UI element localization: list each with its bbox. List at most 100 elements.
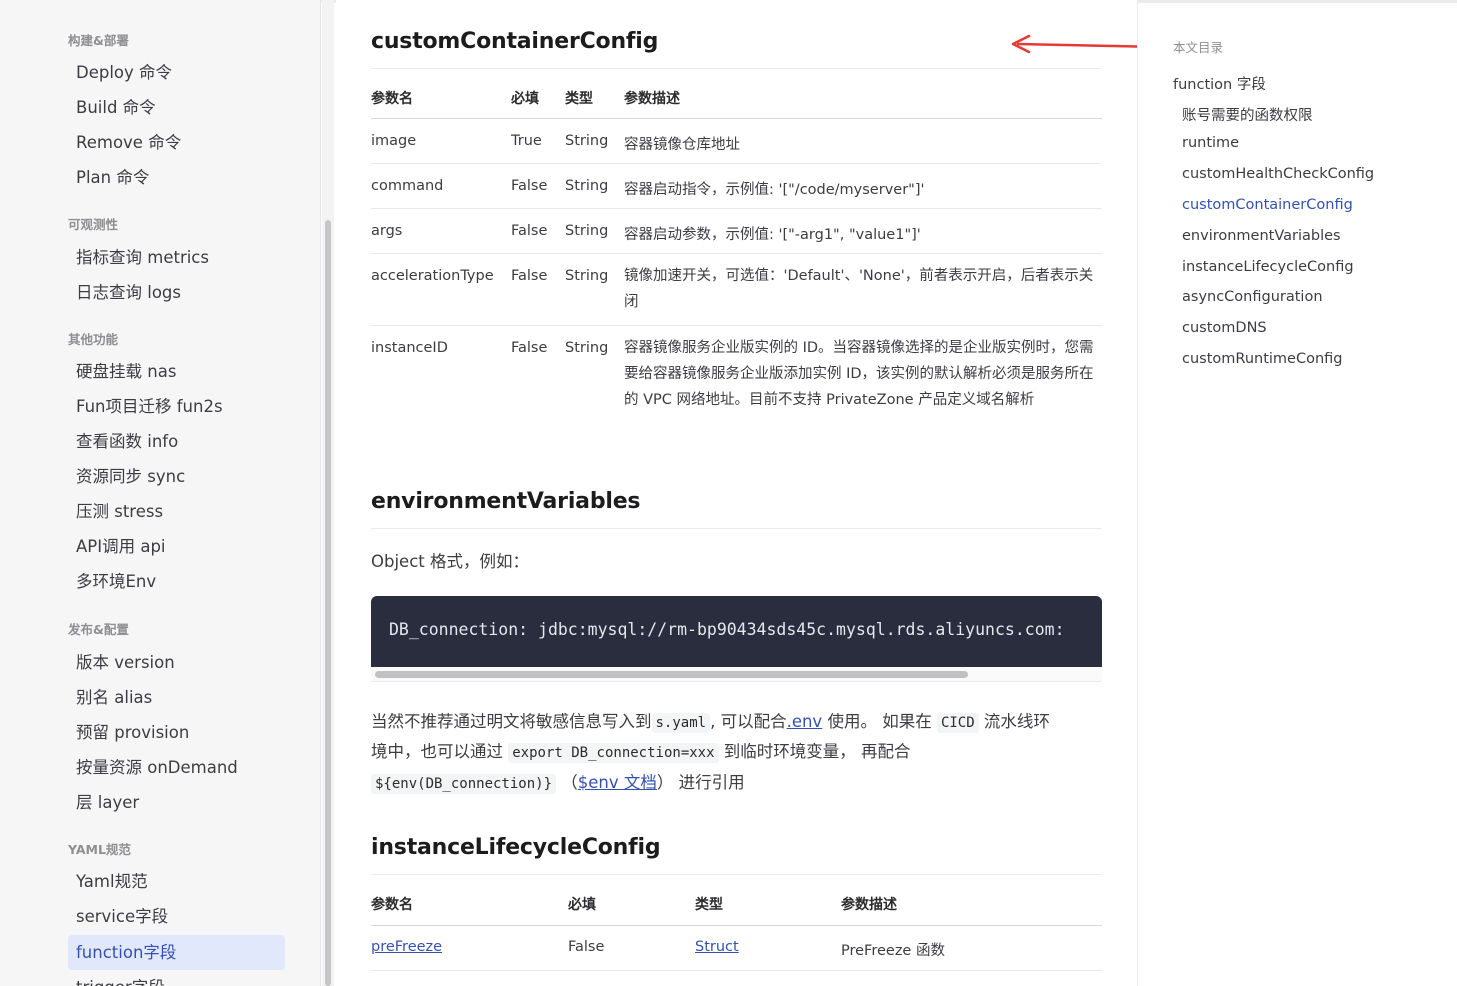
sidebar-item-metrics[interactable]: 指标查询 metrics — [68, 240, 285, 275]
inline-code: ${env(DB_connection)} — [371, 774, 557, 794]
annotation-arrow-icon — [1011, 34, 1137, 54]
table-cell-name: image — [371, 133, 417, 149]
table-row-line — [371, 325, 1102, 326]
toc-item-environmentvariables[interactable]: environmentVariables — [1182, 228, 1341, 244]
table-header: 类型 — [565, 91, 593, 107]
table-cell-required: False — [511, 223, 548, 239]
table-cell-required: True — [511, 133, 542, 149]
toc-item-runtime[interactable]: runtime — [1182, 135, 1239, 151]
toc-divider — [1137, 0, 1138, 986]
sidebar-item-sync[interactable]: 资源同步 sync — [68, 459, 285, 494]
sidebar-item-trigger[interactable]: trigger字段 — [68, 970, 285, 986]
env-note-line3: ${env(DB_connection)} （$env 文档） 进行引用 — [371, 769, 745, 794]
table-cell-desc: PreFreeze 函数 — [841, 943, 945, 959]
table-cell-desc: 容器镜像服务企业版实例的 ID。当容器镜像选择的是企业版实例时，您需要给容器镜像… — [624, 340, 1094, 408]
sidebar-scrollbar-thumb[interactable] — [325, 220, 331, 986]
table-cell-desc: 容器镜像仓库地址 — [624, 137, 740, 153]
section-heading-instancelifecycleconfig[interactable]: instanceLifecycleConfig — [371, 835, 661, 860]
table-header: 参数描述 — [841, 897, 897, 913]
table-cell-desc: 容器启动参数，示例值: '["-arg1", "value1"]' — [624, 227, 921, 243]
table-row-line — [371, 970, 1102, 971]
env-intro-text: Object 格式，例如： — [371, 552, 529, 571]
toc-item-customhealthcheckconfig[interactable]: customHealthCheckConfig — [1182, 166, 1374, 182]
table-header: 参数描述 — [624, 91, 680, 107]
prefreeze-link[interactable]: preFreeze — [371, 939, 442, 955]
toc-item-asyncconfiguration[interactable]: asyncConfiguration — [1182, 289, 1323, 305]
inline-code: s.yaml — [651, 713, 711, 733]
table-cell-name: args — [371, 223, 403, 239]
inline-code: CICD — [936, 713, 979, 733]
table-cell-required: False — [511, 178, 548, 194]
sidebar-item-fun2s[interactable]: Fun项目迁移 fun2s — [68, 389, 285, 424]
table-cell-desc: 容器启动指令，示例值: '["/code/myserver"]' — [624, 182, 925, 198]
sidebar-item-info[interactable]: 查看函数 info — [68, 424, 285, 459]
text: ） 进行引用 — [656, 773, 745, 792]
table-row-line — [371, 253, 1102, 254]
toc-title: 本文目录 — [1173, 40, 1224, 55]
code-scrollbar-thumb[interactable] — [375, 671, 968, 678]
toc-item-customruntimeconfig[interactable]: customRuntimeConfig — [1182, 351, 1342, 367]
toc-item-function[interactable]: function 字段 — [1173, 73, 1266, 94]
sidebar-item-ondemand[interactable]: 按量资源 onDemand — [68, 750, 285, 785]
section-heading-environmentvariables[interactable]: environmentVariables — [371, 489, 641, 514]
table-cell-type: String — [565, 223, 609, 239]
sidebar-item-stress[interactable]: 压测 stress — [68, 494, 285, 529]
text: 流水线环 — [978, 712, 1050, 731]
sidebar-item-api[interactable]: API调用 api — [68, 529, 285, 564]
code-text: DB_connection: jdbc:mysql://rm-bp90434sd… — [389, 620, 1065, 639]
table-cell-required: False — [511, 340, 548, 356]
sidebar-group-title: 其他功能 — [68, 332, 119, 347]
table-row-line — [371, 163, 1102, 164]
sidebar-item-function[interactable]: function字段 — [68, 935, 285, 970]
sidebar-item-nas[interactable]: 硬盘挂载 nas — [68, 354, 285, 389]
heading-divider — [371, 874, 1102, 875]
toc-item-instancelifecycleconfig[interactable]: instanceLifecycleConfig — [1182, 259, 1354, 275]
table-header: 类型 — [695, 897, 723, 913]
text: , 可以配合 — [710, 712, 787, 731]
table-cell-name: accelerationType — [371, 268, 494, 284]
text: （ — [556, 773, 578, 792]
sidebar-item-env[interactable]: 多环境Env — [68, 564, 285, 599]
env-doc-link[interactable]: $env 文档 — [578, 773, 657, 792]
struct-link[interactable]: Struct — [695, 939, 739, 955]
env-note-line1: 当然不推荐通过明文将敏感信息写入到 s.yaml, 可以配合.env 使用。 如果… — [371, 708, 1050, 733]
toc-item-permissions[interactable]: 账号需要的函数权限 — [1182, 104, 1313, 125]
table-header-line — [371, 925, 1102, 926]
sidebar: 构建&部署 Deploy 命令 Build 命令 Remove 命令 Plan … — [0, 0, 321, 986]
text: 当然不推荐通过明文将敏感信息写入到 — [371, 712, 652, 731]
toc-item-customdns[interactable]: customDNS — [1182, 320, 1267, 336]
table-cell-type: String — [565, 133, 609, 149]
sidebar-item-remove[interactable]: Remove 命令 — [68, 125, 285, 160]
sidebar-group-title: 发布&配置 — [68, 622, 129, 637]
section-heading-customcontainerconfig[interactable]: customContainerConfig — [371, 29, 658, 54]
sidebar-item-yaml[interactable]: Yaml规范 — [68, 864, 285, 899]
table-cell-required: False — [568, 939, 605, 955]
sidebar-item-deploy[interactable]: Deploy 命令 — [68, 55, 285, 90]
inline-code: export DB_connection=xxx — [508, 743, 719, 763]
env-link[interactable]: .env — [787, 712, 823, 731]
table-header: 必填 — [568, 897, 596, 913]
toc-item-customcontainerconfig[interactable]: customContainerConfig — [1182, 197, 1353, 213]
heading-divider — [371, 68, 1102, 69]
heading-divider — [371, 528, 1102, 529]
code-block[interactable]: DB_connection: jdbc:mysql://rm-bp90434sd… — [371, 596, 1102, 667]
sidebar-item-layer[interactable]: 层 layer — [68, 785, 285, 820]
text: 到临时环境变量， 再配合 — [718, 742, 911, 761]
sidebar-item-version[interactable]: 版本 version — [68, 645, 285, 680]
table-cell-required: False — [511, 268, 548, 284]
table-header: 参数名 — [371, 91, 413, 107]
sidebar-item-alias[interactable]: 别名 alias — [68, 680, 285, 715]
sidebar-item-provision[interactable]: 预留 provision — [68, 715, 285, 750]
text: 境中，也可以通过 — [371, 742, 509, 761]
sidebar-item-build[interactable]: Build 命令 — [68, 90, 285, 125]
table-cell-type: String — [565, 340, 609, 356]
table-header: 参数名 — [371, 897, 413, 913]
main-content: customContainerConfig 参数名 必填 类型 参数描述 ima… — [336, 0, 1137, 986]
sidebar-item-service[interactable]: service字段 — [68, 899, 285, 934]
table-header: 必填 — [511, 91, 539, 107]
sidebar-group-title: 可观测性 — [68, 217, 119, 232]
table-row-line — [371, 208, 1102, 209]
sidebar-item-plan[interactable]: Plan 命令 — [68, 160, 285, 195]
sidebar-item-logs[interactable]: 日志查询 logs — [68, 275, 285, 310]
table-cell-type: String — [565, 268, 609, 284]
